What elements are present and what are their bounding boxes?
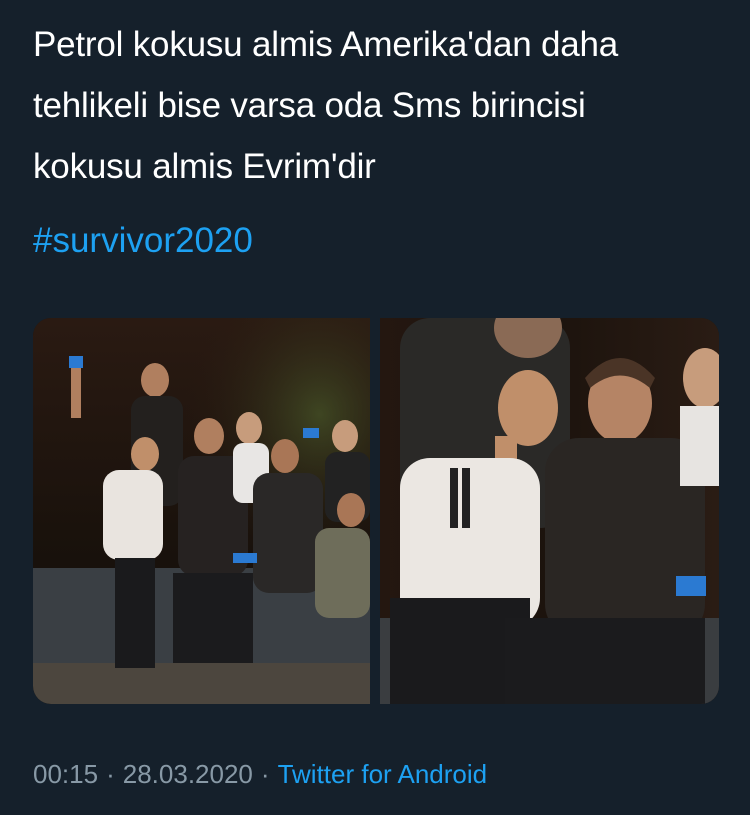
tweet-text: Petrol kokusu almis Amerika'dan daha teh…	[33, 14, 723, 197]
tweet-time[interactable]: 00:15	[33, 759, 98, 789]
couple-closeup-photo[interactable]	[380, 318, 719, 704]
group-photo[interactable]	[33, 318, 370, 704]
tweet-date[interactable]: 28.03.2020	[123, 759, 253, 789]
tweet-media	[33, 318, 719, 704]
tweet-meta: 00:15 · 28.03.2020 · Twitter for Android	[33, 754, 487, 794]
hashtag-link[interactable]: #survivor2020	[33, 210, 253, 271]
tweet-text-line-1: Petrol kokusu almis Amerika'dan daha	[33, 25, 619, 64]
tweet-text-line-2: tehlikeli bise varsa oda Sms birincisi	[33, 86, 586, 125]
tweet-source-link[interactable]: Twitter for Android	[278, 759, 488, 789]
meta-separator: ·	[106, 759, 115, 789]
meta-separator-2: ·	[260, 759, 270, 789]
tweet-text-line-3: kokusu almis Evrim'dir	[33, 147, 376, 186]
